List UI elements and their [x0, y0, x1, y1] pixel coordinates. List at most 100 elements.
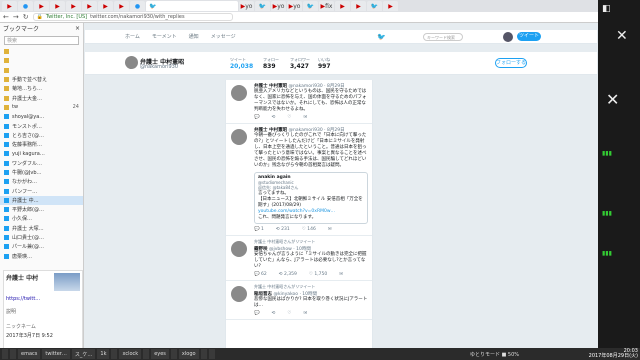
- retweet-button[interactable]: ⟲: [272, 311, 276, 316]
- retweet-button[interactable]: ⟲ 2,359: [279, 272, 297, 277]
- browser-tab[interactable]: ▶ yo: [239, 1, 254, 11]
- browser-tab[interactable]: ▶: [50, 1, 65, 11]
- stat-following[interactable]: フォロー 839: [263, 57, 279, 70]
- taskbar-item[interactable]: emacs: [18, 349, 41, 359]
- nav-notifications[interactable]: 通知: [189, 33, 199, 40]
- avatar[interactable]: [231, 129, 247, 145]
- stat-followers[interactable]: フォロワー 3,427: [290, 57, 310, 70]
- bookmark-item[interactable]: パンフー…: [0, 186, 83, 195]
- window-icon[interactable]: ◧: [602, 4, 611, 14]
- reply-button[interactable]: 💬 1: [254, 227, 264, 232]
- browser-tab[interactable]: ▶: [66, 1, 81, 11]
- avatar[interactable]: [503, 32, 513, 42]
- like-button[interactable]: ♡ 1,750: [309, 272, 327, 277]
- avatar[interactable]: [231, 85, 247, 101]
- browser-tab[interactable]: ▶: [335, 1, 350, 11]
- close-icon[interactable]: ×: [75, 25, 80, 32]
- nav-messages[interactable]: メッセージ: [211, 33, 236, 40]
- bookmark-item[interactable]: tw 24: [0, 103, 83, 112]
- browser-tab[interactable]: 🐦: [367, 1, 382, 11]
- tweet[interactable]: 弁護士 中村憲昭 @nakamori930 · 8月29日 今朝一番びっくりしたの…: [226, 124, 372, 236]
- dm-button[interactable]: ✉: [303, 115, 307, 120]
- browser-tab[interactable]: ▶: [82, 1, 97, 11]
- retweet-button[interactable]: ⟲ 231: [276, 227, 290, 232]
- reload-icon[interactable]: ↻: [23, 13, 29, 21]
- reply-button[interactable]: 💬: [254, 115, 260, 120]
- reply-button[interactable]: 💬 62: [254, 272, 267, 277]
- like-button[interactable]: ♡: [287, 115, 291, 120]
- taskbar-item[interactable]: xlogo: [178, 349, 199, 359]
- browser-tab[interactable]: ▶: [34, 1, 49, 11]
- browser-tab[interactable]: ▶: [351, 1, 366, 11]
- bookmark-item[interactable]: 弁護士 中…: [0, 195, 83, 206]
- bookmark-item[interactable]: 平野太郎(@…: [0, 205, 83, 214]
- stat-tweets[interactable]: ツイート 20,038: [230, 57, 253, 70]
- twitter-bird-icon[interactable]: 🐦: [377, 33, 386, 41]
- avatar[interactable]: [231, 286, 247, 302]
- browser-tab[interactable]: 🐦: [146, 1, 238, 11]
- bookmark-item[interactable]: 唐栗瑛…: [0, 252, 83, 261]
- bookmark-item[interactable]: [0, 47, 83, 56]
- forward-arrow-icon[interactable]: →: [13, 13, 19, 21]
- browser-tab[interactable]: 🐦: [303, 1, 318, 11]
- quoted-tweet[interactable]: anakin again @studiomechanic 返信先: @taka84さ…: [254, 172, 368, 224]
- taskbar-item[interactable]: [10, 349, 16, 359]
- reply-button[interactable]: 💬: [254, 311, 260, 316]
- follow-button[interactable]: フォローする: [495, 58, 527, 68]
- bookmark-search-input[interactable]: 検索: [4, 36, 79, 45]
- browser-tab[interactable]: ▶ yo: [271, 1, 286, 11]
- browser-tab[interactable]: ▶: [383, 1, 398, 11]
- dm-button[interactable]: ✉: [339, 272, 343, 277]
- taskbar-item[interactable]: [170, 349, 177, 359]
- nav-moments[interactable]: モーメント: [152, 33, 177, 40]
- bookmark-item[interactable]: yuji kagura…: [0, 149, 83, 158]
- tweet[interactable]: 弁護士 中村憲昭さんがリツイート 稲垣晋志 @kinyakoo · 10時間 悲惨な…: [226, 281, 372, 320]
- like-button[interactable]: ♡: [287, 311, 291, 316]
- dm-button[interactable]: ✉: [328, 227, 332, 232]
- browser-tab[interactable]: ▶: [114, 1, 129, 11]
- bookmark-item[interactable]: 菊地…ちら…: [0, 84, 83, 93]
- stat-likes[interactable]: いいね 997: [318, 57, 331, 70]
- browser-tab[interactable]: ▶: [2, 1, 17, 11]
- nav-home[interactable]: ホーム: [125, 33, 140, 40]
- taskbar-item[interactable]: twitter…: [42, 349, 70, 359]
- browser-tab[interactable]: ●: [130, 1, 145, 11]
- url-field[interactable]: 🔒 Twitter, Inc. [US] twitter.com/nakamor…: [32, 13, 233, 21]
- taskbar-item[interactable]: [2, 349, 8, 359]
- browser-tab[interactable]: ●: [18, 1, 33, 11]
- like-button[interactable]: ♡ 146: [302, 227, 316, 232]
- bookmark-item[interactable]: 佐藤事務所…: [0, 140, 83, 149]
- bookmark-item[interactable]: 小久保…: [0, 214, 83, 223]
- bookmark-item[interactable]: shoyal@ya…: [0, 112, 83, 121]
- taskbar-item[interactable]: xclock: [119, 349, 142, 359]
- bookmark-item[interactable]: パール兼(@…: [0, 242, 83, 251]
- bookmark-item[interactable]: 弁護士大金…: [0, 93, 83, 102]
- taskbar-item[interactable]: [143, 349, 150, 359]
- taskbar-item[interactable]: ス_ケ…: [71, 349, 96, 359]
- bookmark-item[interactable]: 手動で並べ替え: [0, 75, 83, 84]
- taskbar-item[interactable]: eyes: [151, 349, 169, 359]
- tweet-button[interactable]: ツイート: [517, 32, 541, 41]
- taskbar-item[interactable]: [208, 349, 215, 359]
- avatar[interactable]: [231, 241, 247, 257]
- bookmark-item[interactable]: モンストポ…: [0, 121, 83, 130]
- taskbar-item[interactable]: 1k: [97, 349, 110, 359]
- tweet[interactable]: 弁護士 中村憲昭 @nakamori930 · 8月29日 脱亜入アメリカなどとい…: [226, 80, 372, 124]
- bookmark-item[interactable]: とら吉さ(@…: [0, 131, 83, 140]
- bookmark-item[interactable]: 弁護士 大塚…: [0, 224, 83, 233]
- taskbar-item[interactable]: [111, 349, 118, 359]
- bookmark-item[interactable]: なかがわ…: [0, 177, 83, 186]
- twitter-search-input[interactable]: キーワード検索: [423, 33, 463, 41]
- back-arrow-icon[interactable]: ←: [3, 13, 9, 21]
- browser-tab[interactable]: 🐦: [255, 1, 270, 11]
- browser-tab[interactable]: ▶ fix: [319, 1, 334, 11]
- bookmark-item[interactable]: [0, 56, 83, 65]
- dm-button[interactable]: ✉: [303, 311, 307, 316]
- profile-avatar[interactable]: [125, 56, 138, 69]
- taskbar-item[interactable]: [200, 349, 207, 359]
- bookmark-item[interactable]: 牛腸(@Jvb…: [0, 168, 83, 177]
- bookmark-item[interactable]: 山口貴士(@…: [0, 233, 83, 242]
- tweet[interactable]: 弁護士 中村憲昭さんがリツイート 霧野咲 @jvbshow · 10時間 安倍ちゃん…: [226, 236, 372, 281]
- browser-tab[interactable]: ▶: [98, 1, 113, 11]
- browser-tab[interactable]: ▶ yo: [287, 1, 302, 11]
